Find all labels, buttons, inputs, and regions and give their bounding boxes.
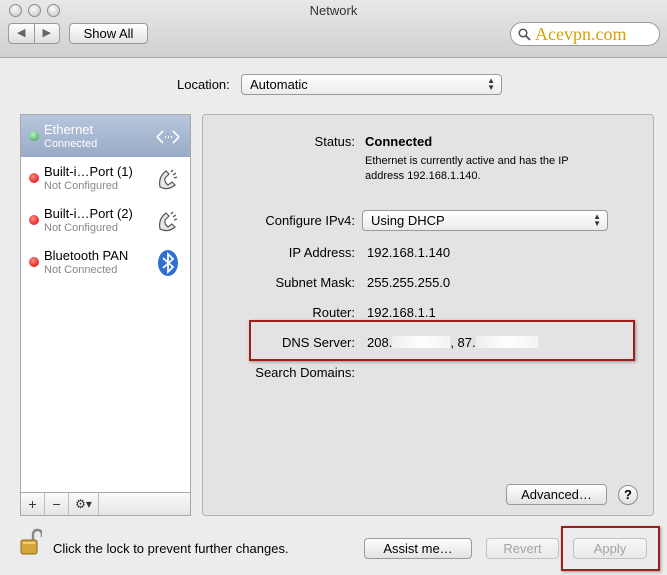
service-list-footer: + − ⚙▾ — [20, 492, 191, 516]
chevron-updown-icon: ▲ ▼ — [487, 76, 495, 92]
service-status: Connected — [44, 138, 98, 150]
help-button[interactable]: ? — [618, 485, 638, 505]
configure-ipv4-value: Using DHCP — [371, 213, 445, 228]
advanced-button[interactable]: Advanced… — [506, 484, 607, 505]
service-name: Built-i…Port (1) — [44, 164, 133, 179]
service-status: Not Configured — [44, 180, 118, 192]
forward-button[interactable]: ▶ — [33, 24, 60, 43]
ip-address-value: 192.168.1.140 — [367, 245, 451, 260]
service-status: Not Connected — [44, 264, 118, 276]
service-status: Not Configured — [44, 222, 118, 234]
service-item-builtin-port-2[interactable]: Built-i…Port (2) Not Configured — [21, 199, 190, 241]
status-dot-red-icon — [29, 215, 39, 225]
status-label: Status: — [314, 134, 355, 149]
configure-ipv4-select[interactable]: Using DHCP ▲ ▼ — [362, 210, 608, 231]
phone-icon — [159, 211, 178, 232]
chevron-updown-icon: ▲ ▼ — [593, 212, 601, 228]
service-name: Built-i…Port (2) — [44, 206, 133, 221]
search-input[interactable]: Acevpn.com — [535, 23, 626, 45]
configure-ipv4-label: Configure IPv4: — [265, 213, 355, 228]
gear-menu-button[interactable]: ⚙▾ — [69, 493, 99, 515]
bluetooth-icon — [158, 250, 178, 276]
service-list: Ethernet Connected Built-i…Port (1) Not … — [20, 114, 191, 516]
status-dot-red-icon — [29, 257, 39, 267]
back-button[interactable]: ◀ — [9, 24, 34, 43]
status-description-line-1: Ethernet is currently active and has the… — [365, 155, 569, 167]
show-all-button[interactable]: Show All — [69, 23, 148, 44]
router-label: Router: — [312, 305, 355, 320]
service-item-ethernet[interactable]: Ethernet Connected — [21, 115, 190, 157]
subnet-mask-label: Subnet Mask: — [275, 275, 356, 290]
lock-icon[interactable] — [20, 528, 42, 556]
remove-service-button[interactable]: − — [45, 493, 69, 515]
search-icon — [518, 28, 531, 41]
search-field[interactable]: Acevpn.com — [510, 22, 660, 46]
location-select[interactable]: Automatic ▲ ▼ — [241, 74, 502, 95]
phone-icon — [159, 169, 178, 190]
search-domains-label: Search Domains: — [255, 365, 355, 380]
status-dot-green-icon — [29, 131, 39, 141]
service-item-bluetooth-pan[interactable]: Bluetooth PAN Not Connected — [21, 241, 190, 283]
lock-message: Click the lock to prevent further change… — [53, 541, 289, 556]
router-value: 192.168.1.1 — [367, 305, 436, 320]
assist-me-button[interactable]: Assist me… — [364, 538, 472, 559]
window-titlebar: Network ◀ ▶ Show All Acevpn.com — [0, 0, 667, 58]
status-dot-red-icon — [29, 173, 39, 183]
location-value: Automatic — [250, 77, 308, 92]
annotation-highlight-apply — [561, 526, 660, 571]
service-item-builtin-port-1[interactable]: Built-i…Port (1) Not Configured — [21, 157, 190, 199]
subnet-mask-value: 255.255.255.0 — [367, 275, 451, 290]
ethernet-arrows-icon — [156, 130, 180, 144]
add-service-button[interactable]: + — [21, 493, 45, 515]
location-label: Location: — [177, 77, 230, 92]
service-name: Ethernet — [44, 122, 94, 137]
window-title: Network — [309, 3, 358, 18]
status-value: Connected — [365, 134, 433, 149]
service-name: Bluetooth PAN — [44, 248, 129, 263]
annotation-highlight-dns — [249, 320, 635, 361]
ip-address-label: IP Address: — [288, 245, 355, 260]
status-description-line-2: address 192.168.1.140. — [365, 170, 481, 182]
back-forward-control: ◀ ▶ — [8, 23, 60, 44]
revert-button[interactable]: Revert — [486, 538, 559, 559]
